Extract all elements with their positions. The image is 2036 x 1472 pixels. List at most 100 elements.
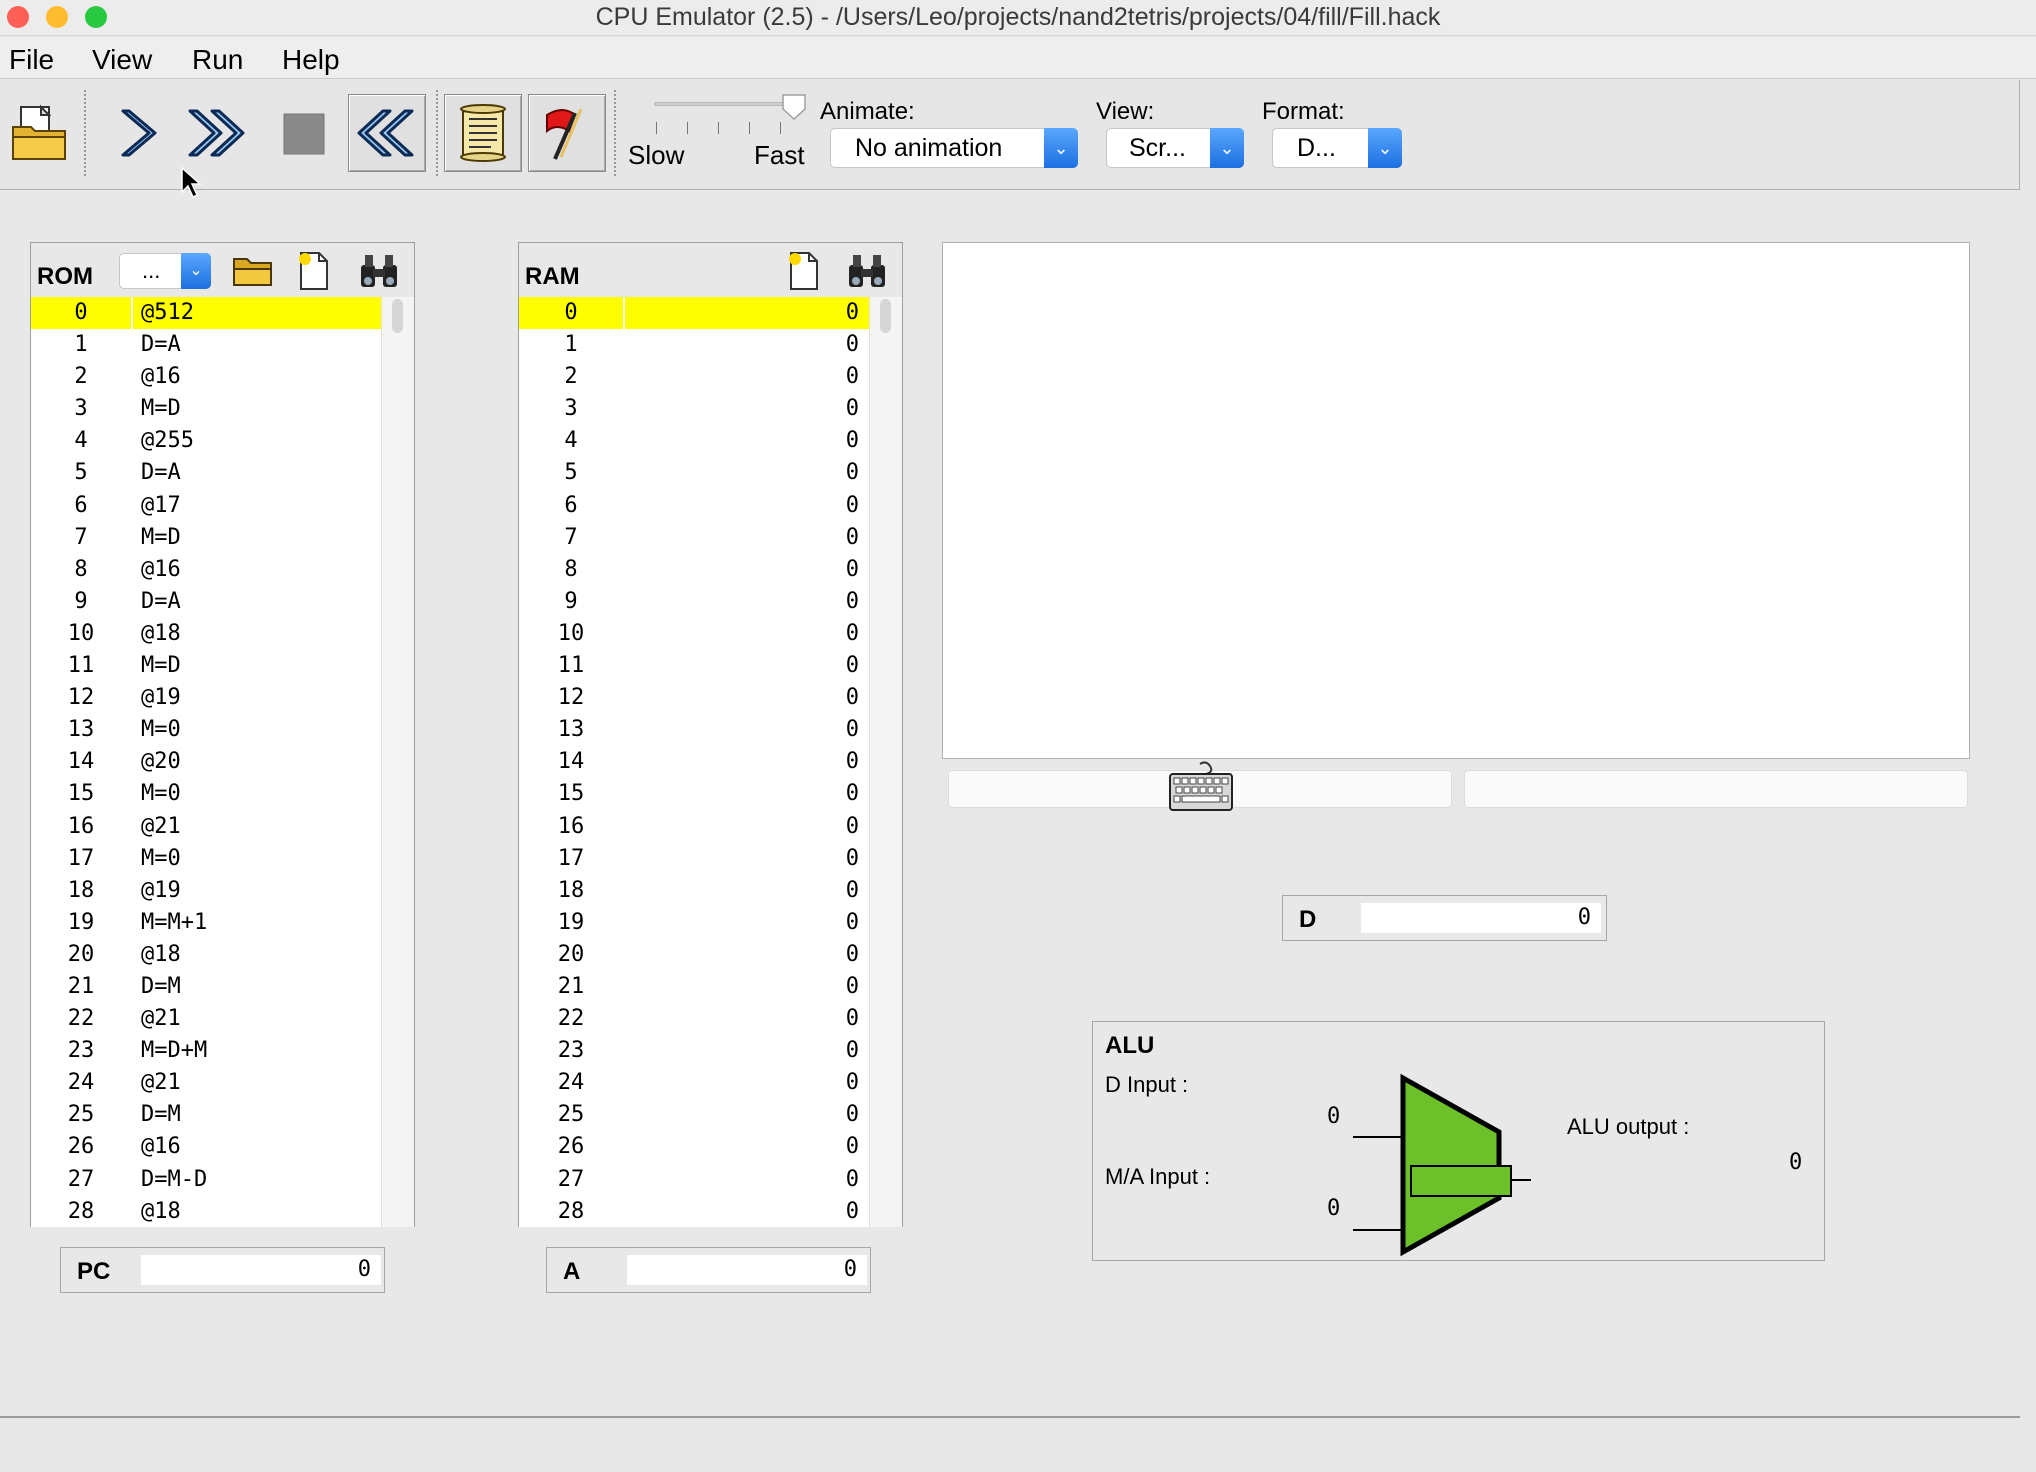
chevron-down-icon: ⌄ (1368, 128, 1402, 168)
rom-row[interactable]: 3 M=D (31, 393, 381, 425)
rom-row[interactable]: 7 M=D (31, 522, 381, 554)
view-select[interactable]: Scr... ⌄ (1106, 128, 1244, 168)
rom-row[interactable]: 23 M=D+M (31, 1035, 381, 1067)
rom-row[interactable]: 0 @512 (31, 297, 381, 330)
ram-row[interactable]: 24 0 (519, 1067, 869, 1099)
ram-row[interactable]: 23 0 (519, 1035, 869, 1067)
ram-row[interactable]: 60 (519, 490, 869, 522)
rom-address: 5 (74, 460, 88, 486)
open-folder-icon[interactable] (231, 251, 275, 291)
ram-scroll-thumb[interactable] (880, 299, 891, 333)
ram-row[interactable]: 21 0 (519, 971, 869, 1003)
rom-row[interactable]: 20 @18 (31, 939, 381, 971)
ram-row[interactable]: 50 (519, 457, 869, 489)
ram-row[interactable]: 90 (519, 586, 869, 618)
ram-row[interactable]: 11 0 (519, 650, 869, 682)
toolbar-separator (436, 90, 438, 176)
ram-row[interactable]: 80 (519, 554, 869, 586)
rom-scroll-thumb[interactable] (392, 299, 403, 333)
rom-row[interactable]: 4 @255 (31, 425, 381, 457)
rom-row[interactable]: 22 @21 (31, 1003, 381, 1035)
rom-scrollbar[interactable] (381, 297, 414, 1227)
rom-row[interactable]: 13 M=0 (31, 714, 381, 746)
binoculars-icon[interactable] (357, 251, 401, 291)
ram-row[interactable]: 16 0 (519, 811, 869, 843)
ram-scrollbar[interactable] (869, 297, 902, 1227)
run-icon (188, 109, 245, 157)
script-button[interactable] (444, 94, 522, 172)
alu-d-input-value: 0 (1327, 1104, 1341, 1129)
rom-row[interactable]: 1 D=A (31, 329, 381, 361)
load-program-button[interactable] (0, 94, 78, 172)
rom-address: 24 (67, 1070, 95, 1096)
rom-address: 3 (74, 396, 88, 422)
ram-row[interactable]: 17 0 (519, 843, 869, 875)
pc-value[interactable]: 0 (141, 1255, 381, 1285)
format-select[interactable]: D... ⌄ (1272, 128, 1402, 168)
ram-row[interactable]: 20 0 (519, 939, 869, 971)
rom-format-select[interactable]: ... ⌄ (119, 253, 211, 289)
rom-row[interactable]: 9 D=A (31, 586, 381, 618)
ram-row[interactable]: 15 0 (519, 778, 869, 810)
ram-row[interactable]: 10 (519, 329, 869, 361)
new-file-icon[interactable] (783, 249, 823, 293)
rom-row[interactable]: 8 @16 (31, 554, 381, 586)
script-icon (460, 104, 506, 162)
rom-row[interactable]: 25 D=M (31, 1099, 381, 1131)
rom-row[interactable]: 27 D=M-D (31, 1164, 381, 1196)
run-button[interactable] (178, 94, 256, 172)
rom-row[interactable]: 26 @16 (31, 1131, 381, 1163)
rom-row[interactable]: 17 M=0 (31, 843, 381, 875)
speed-slider-track[interactable] (654, 102, 794, 106)
ram-row[interactable]: 14 0 (519, 746, 869, 778)
a-value[interactable]: 0 (627, 1255, 867, 1285)
new-file-icon[interactable] (293, 249, 333, 293)
rom-row[interactable]: 24 @21 (31, 1067, 381, 1099)
rom-row[interactable]: 11 M=D (31, 650, 381, 682)
rom-row[interactable]: 21 D=M (31, 971, 381, 1003)
reset-button[interactable] (348, 94, 426, 172)
speed-slider-thumb[interactable] (781, 93, 807, 121)
ram-row[interactable]: 10 0 (519, 618, 869, 650)
rom-row[interactable]: 16 @21 (31, 811, 381, 843)
ram-row[interactable]: 12 0 (519, 682, 869, 714)
menu-help[interactable]: Help (282, 44, 340, 76)
rom-address: 27 (67, 1166, 95, 1192)
ram-list[interactable]: 0 0 1 0 2 0 3 0 4 0 5 0 6 0 7 0 8 0 9 0 10 0 11 0 12 0 13 0 14 0 15 0 16… (519, 297, 869, 1227)
rom-row[interactable]: 14 @20 (31, 746, 381, 778)
ram-row[interactable]: 22 0 (519, 1003, 869, 1035)
menu-file[interactable]: File (9, 44, 54, 76)
menu-view[interactable]: View (92, 44, 152, 76)
rom-row[interactable]: 19 M=M+1 (31, 907, 381, 939)
rom-row[interactable]: 28 @18 (31, 1196, 381, 1227)
rom-row[interactable]: 10 @18 (31, 618, 381, 650)
ram-row[interactable]: 25 0 (519, 1099, 869, 1131)
single-step-button[interactable] (96, 94, 174, 172)
ram-row[interactable]: 70 (519, 522, 869, 554)
stop-icon (283, 113, 325, 155)
rom-row[interactable]: 2 @16 (31, 361, 381, 393)
breakpoints-button[interactable] (528, 94, 606, 172)
ram-row[interactable]: 13 0 (519, 714, 869, 746)
ram-row[interactable]: 20 (519, 361, 869, 393)
keyboard-icon[interactable] (1166, 760, 1236, 814)
animate-select[interactable]: No animation ⌄ (830, 128, 1078, 168)
ram-row[interactable]: 28 0 (519, 1196, 869, 1227)
d-value[interactable]: 0 (1361, 903, 1601, 933)
ram-row[interactable]: 19 0 (519, 907, 869, 939)
ram-row[interactable]: 30 (519, 393, 869, 425)
rom-row[interactable]: 15 M=0 (31, 778, 381, 810)
rom-row[interactable]: 18 @19 (31, 875, 381, 907)
ram-row[interactable]: 27 0 (519, 1164, 869, 1196)
rom-row[interactable]: 6 @17 (31, 490, 381, 522)
ram-row[interactable]: 18 0 (519, 875, 869, 907)
rom-row[interactable]: 5 D=A (31, 457, 381, 489)
rom-row[interactable]: 12 @19 (31, 682, 381, 714)
binoculars-icon[interactable] (845, 251, 889, 291)
rom-list[interactable]: 0 @512 1 D=A 2 @16 3 M=D 4 @255 5 D=A 6 @17 7 M=D 8 @16 9 D… (31, 297, 381, 1227)
ram-row[interactable]: 40 (519, 425, 869, 457)
stop-button[interactable] (264, 94, 342, 172)
ram-row[interactable]: 00 (519, 297, 869, 330)
menu-run[interactable]: Run (192, 44, 243, 76)
ram-row[interactable]: 26 0 (519, 1131, 869, 1163)
